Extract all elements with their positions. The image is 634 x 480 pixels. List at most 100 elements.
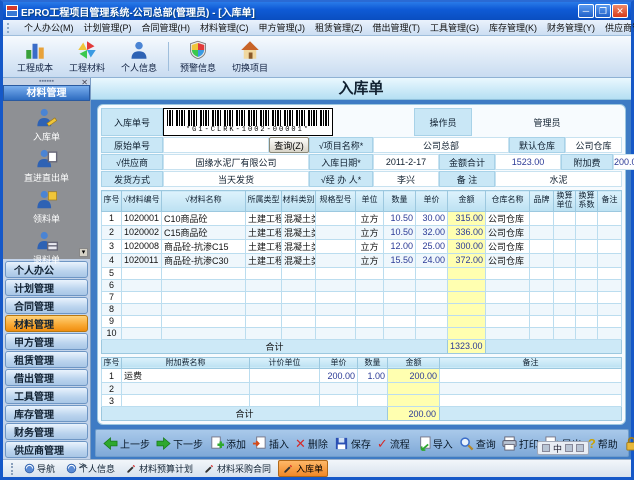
query-button[interactable]: 查询(Z)	[269, 137, 309, 153]
table-row[interactable]: 9	[101, 314, 622, 328]
menu-item[interactable]: 计划管理(P)	[79, 21, 137, 34]
table-row[interactable]: 10	[101, 326, 622, 340]
table-cell[interactable]	[245, 302, 282, 316]
table-cell[interactable]	[529, 302, 554, 316]
sidebar-shortcut-入库单[interactable]: 入库单	[7, 107, 87, 143]
table-cell[interactable]	[121, 382, 250, 396]
table-cell[interactable]	[161, 302, 246, 316]
table-cell[interactable]	[575, 314, 598, 328]
table-cell[interactable]	[315, 238, 356, 254]
table-cell[interactable]	[357, 394, 388, 408]
table-cell[interactable]	[529, 314, 554, 328]
table-cell[interactable]: 1020008	[121, 238, 162, 254]
table-cell[interactable]: 32.00	[415, 224, 448, 240]
table-cell[interactable]	[529, 278, 554, 292]
table-cell[interactable]: 运费	[121, 368, 250, 384]
table-cell[interactable]: 土建工程	[245, 224, 282, 240]
table-cell[interactable]	[439, 382, 622, 396]
table-cell[interactable]	[387, 394, 440, 408]
table-cell[interactable]	[575, 210, 598, 226]
table-cell[interactable]	[447, 290, 486, 304]
sidebar-nav-工具管理[interactable]: 工具管理	[5, 387, 88, 404]
close-button[interactable]: ✕	[612, 4, 628, 18]
sidebar-nav-财务管理[interactable]: 财务管理	[5, 423, 88, 440]
table-cell[interactable]	[121, 326, 162, 340]
menu-item[interactable]: 个人办公(M)	[19, 21, 79, 34]
langbar-lang[interactable]: 中	[553, 442, 562, 455]
handler-value[interactable]: 李兴	[373, 171, 439, 187]
table-cell[interactable]	[529, 238, 554, 254]
table-cell[interactable]: C10商品砼	[161, 210, 246, 226]
table-cell[interactable]	[355, 326, 384, 340]
table-cell[interactable]	[245, 314, 282, 328]
table-cell[interactable]	[249, 394, 320, 408]
table-cell[interactable]: 公司仓库	[485, 252, 530, 268]
sidebar-nav-材料管理[interactable]: 材料管理	[5, 315, 88, 332]
sidebar-nav-合同管理[interactable]: 合同管理	[5, 297, 88, 314]
table-cell[interactable]	[249, 382, 320, 396]
table-cell[interactable]: 30.00	[415, 210, 448, 226]
table-cell[interactable]	[245, 266, 282, 280]
table-cell[interactable]: 1	[101, 210, 122, 226]
minimize-button[interactable]: ─	[578, 4, 594, 18]
table-cell[interactable]	[597, 326, 622, 340]
帮助-button[interactable]: ? 帮助	[585, 434, 621, 453]
table-cell[interactable]	[315, 326, 356, 340]
table-cell[interactable]: 9	[101, 314, 122, 328]
table-cell[interactable]	[319, 394, 358, 408]
table-cell[interactable]: C15商品砼	[161, 224, 246, 240]
menu-item[interactable]: 库存管理(K)	[484, 21, 542, 34]
table-cell[interactable]	[121, 278, 162, 292]
table-cell[interactable]: 12.00	[383, 238, 416, 254]
table-cell[interactable]	[355, 266, 384, 280]
table-cell[interactable]	[439, 394, 622, 408]
taskbar-item-材料采购合同[interactable]: 材料采购合同	[200, 461, 275, 476]
table-cell[interactable]: 6	[101, 278, 122, 292]
table-cell[interactable]	[597, 252, 622, 268]
table-cell[interactable]	[575, 290, 598, 304]
table-cell[interactable]	[553, 290, 576, 304]
table-cell[interactable]	[485, 326, 530, 340]
table-cell[interactable]: 混凝土类	[281, 210, 316, 226]
table-cell[interactable]: 24.00	[415, 252, 448, 268]
table-cell[interactable]: 土建工程	[245, 252, 282, 268]
table-cell[interactable]: 商品砼-抗渗C30	[161, 252, 246, 268]
table-cell[interactable]	[553, 314, 576, 328]
table-cell[interactable]: 3	[101, 238, 122, 254]
table-cell[interactable]	[529, 290, 554, 304]
table-cell[interactable]: 3	[101, 394, 122, 408]
table-cell[interactable]	[447, 314, 486, 328]
插入-button[interactable]: 插入	[249, 434, 292, 453]
remark-value[interactable]: 水泥	[495, 171, 622, 187]
table-row[interactable]: 1 运费 200.00 1.00 200.00	[101, 368, 622, 384]
table-cell[interactable]	[383, 314, 416, 328]
table-cell[interactable]	[415, 326, 448, 340]
table-cell[interactable]	[597, 210, 622, 226]
sidebar-close-icon[interactable]: ✕	[81, 78, 88, 87]
sidebar-nav-库存管理[interactable]: 库存管理	[5, 405, 88, 422]
table-cell[interactable]	[281, 290, 316, 304]
table-cell[interactable]	[281, 302, 316, 316]
添加-button[interactable]: 添加	[206, 434, 249, 453]
toolbar-button[interactable]: 工程成本	[10, 39, 60, 74]
table-cell[interactable]	[529, 266, 554, 280]
table-cell[interactable]: 土建工程	[245, 238, 282, 254]
table-row[interactable]: 11020001C10商品砼土建工程混凝土类 立方10.5030.00315.00…	[101, 210, 622, 226]
table-cell[interactable]: 1020011	[121, 252, 162, 268]
table-cell[interactable]	[447, 278, 486, 292]
taskbar-item-个人信息[interactable]: 个人信息	[62, 461, 119, 476]
table-row[interactable]: 21020002C15商品砼土建工程混凝土类 立方10.5032.00336.00…	[101, 224, 622, 240]
table-cell[interactable]: 立方	[355, 210, 384, 226]
table-cell[interactable]	[575, 238, 598, 254]
table-cell[interactable]	[553, 266, 576, 280]
table-cell[interactable]	[121, 394, 250, 408]
table-cell[interactable]	[597, 266, 622, 280]
table-cell[interactable]: 混凝土类	[281, 224, 316, 240]
table-cell[interactable]	[553, 326, 576, 340]
table-cell[interactable]	[529, 252, 554, 268]
table-cell[interactable]	[357, 382, 388, 396]
table-row[interactable]: 3	[101, 394, 622, 408]
table-cell[interactable]	[383, 290, 416, 304]
table-cell[interactable]	[529, 224, 554, 240]
table-cell[interactable]	[415, 290, 448, 304]
